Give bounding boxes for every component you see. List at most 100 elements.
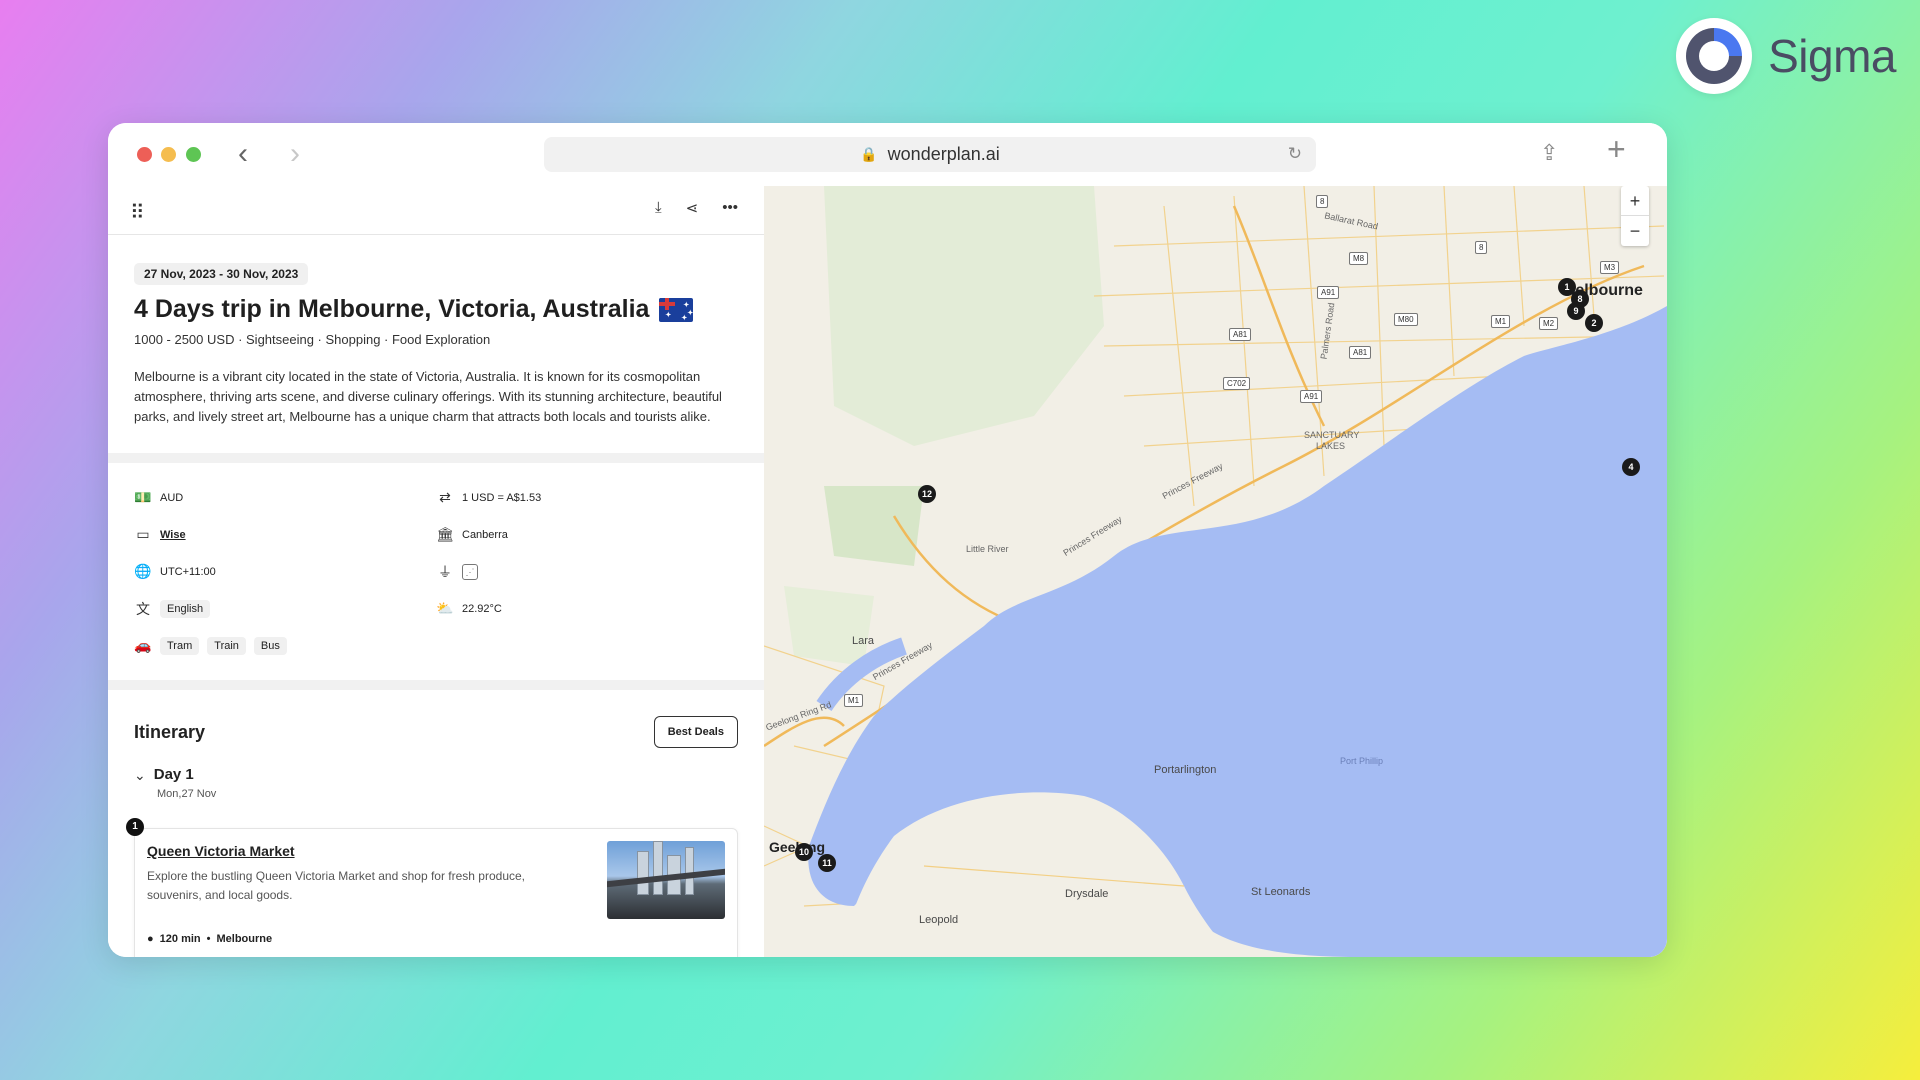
url-text: wonderplan.ai xyxy=(887,144,1000,164)
road-shield: 8 xyxy=(1316,195,1329,208)
place-photo[interactable] xyxy=(607,841,725,919)
new-tab-icon[interactable]: + xyxy=(1607,133,1626,165)
transport-chip: Tram xyxy=(160,636,200,655)
language-row: 文 English xyxy=(134,590,436,627)
share-icon[interactable]: ⋖ xyxy=(686,199,699,217)
transport-chip: Bus xyxy=(253,636,287,655)
car-icon: 🚗 xyxy=(134,637,152,653)
plug-row: ⏚ ⋰ xyxy=(436,553,738,590)
timezone: UTC+11:00 xyxy=(160,565,216,578)
globe-icon: 🌐 xyxy=(134,563,152,579)
app-menu-grid-icon[interactable]: ⠿ xyxy=(130,200,145,225)
map-label-drysdale: Drysdale xyxy=(1065,888,1109,900)
map-label-portarlington: Portarlington xyxy=(1154,764,1217,776)
address-bar[interactable]: 🔒 wonderplan.ai ↻ xyxy=(544,137,1316,172)
browser-titlebar: ‹ › 🔒 wonderplan.ai ↻ ⇪ + xyxy=(108,123,1667,186)
brand-name: Sigma xyxy=(1768,30,1896,82)
exchange-rate: 1 USD = A$1.53 xyxy=(462,491,542,504)
money-icon: 💵 xyxy=(134,489,152,505)
australia-flag-icon: ✦ ✦ ✦ ✦ xyxy=(659,297,694,322)
best-deals-button[interactable]: Best Deals xyxy=(653,716,738,748)
translate-icon: 文 xyxy=(136,600,150,617)
road-shield: M1 xyxy=(1491,315,1511,328)
road-shield: M8 xyxy=(1349,252,1369,265)
building-icon: 🏛 xyxy=(436,526,454,542)
map-pin[interactable]: 10 xyxy=(795,843,813,861)
map-pin[interactable]: 2 xyxy=(1585,314,1603,332)
trip-panel: ⠿ ⤓ ⋖ ••• 27 Nov, 2023 - 30 Nov, 2023 4 … xyxy=(108,186,764,957)
lock-icon: 🔒 xyxy=(860,146,878,162)
road-shield: 8 xyxy=(1475,241,1488,254)
place-location: Melbourne xyxy=(216,933,273,945)
payment-link[interactable]: Wise xyxy=(160,529,186,541)
itinerary-section: Itinerary Best Deals ⌄ Day 1 Mon,27 Nov … xyxy=(108,690,764,957)
road-shield: M1 xyxy=(844,694,864,707)
map-zoom-controls: + − xyxy=(1621,186,1649,246)
place-card[interactable]: 1 Queen Victoria Market Explore the bust… xyxy=(126,818,738,957)
credit-card-icon: ▭ xyxy=(136,526,150,542)
currency: AUD xyxy=(160,491,184,504)
map-canvas xyxy=(764,186,1667,957)
day-date: Mon,27 Nov xyxy=(157,788,217,800)
brand-header: Sigma xyxy=(1676,18,1896,94)
reload-icon[interactable]: ↻ xyxy=(1288,144,1302,164)
road-shield: A81 xyxy=(1229,328,1252,341)
weather-icon: ⛅ xyxy=(436,600,454,616)
road-shield: A91 xyxy=(1300,390,1323,403)
road-shield: M80 xyxy=(1394,313,1418,326)
minimize-window-button[interactable] xyxy=(161,147,176,162)
road-shield: M3 xyxy=(1600,261,1620,274)
road-shield: A81 xyxy=(1349,346,1372,359)
trip-overview: 27 Nov, 2023 - 30 Nov, 2023 4 Days trip … xyxy=(108,235,764,453)
map-pin[interactable]: 12 xyxy=(918,485,936,503)
place-description: Explore the bustling Queen Victoria Mark… xyxy=(147,869,525,902)
weather-row: ⛅ 22.92°C xyxy=(436,590,738,627)
exchange-icon: ⇄ xyxy=(439,489,451,505)
map-view[interactable]: + − Melbourne SANCTUARY LAKES Little Riv… xyxy=(764,186,1667,957)
map-pin[interactable]: 9 xyxy=(1567,302,1585,320)
capital: Canberra xyxy=(462,528,508,541)
sigma-logo-icon xyxy=(1676,18,1753,94)
transport-row: 🚗 Tram Train Bus xyxy=(134,627,436,664)
map-label-lara: Lara xyxy=(852,635,875,647)
map-pin[interactable]: 11 xyxy=(818,854,836,872)
place-duration: 120 min xyxy=(159,933,201,945)
browser-window: ‹ › 🔒 wonderplan.ai ↻ ⇪ + ⠿ ⤓ ⋖ ••• 27 N… xyxy=(108,123,1667,957)
road-shield: M2 xyxy=(1539,317,1559,330)
road-shield: C702 xyxy=(1223,377,1251,390)
trip-title-row: 4 Days trip in Melbourne, Victoria, Aust… xyxy=(134,295,738,324)
place-number-badge: 1 xyxy=(126,818,144,836)
chevron-down-icon[interactable]: ⌄ xyxy=(134,767,146,784)
timezone-row: 🌐 UTC+11:00 xyxy=(134,553,436,590)
place-meta: ● 120 min • Melbourne xyxy=(147,933,273,945)
app-toolbar: ⠿ ⤓ ⋖ ••• xyxy=(108,186,764,235)
map-label-port-phillip: Port Phillip xyxy=(1340,756,1384,766)
more-options-icon[interactable]: ••• xyxy=(722,199,738,217)
maximize-window-button[interactable] xyxy=(186,147,201,162)
capital-row: 🏛 Canberra xyxy=(436,516,738,553)
day-label: Day 1 xyxy=(153,766,194,783)
transport-chip: Train xyxy=(207,636,246,655)
back-arrow-icon[interactable]: ‹ xyxy=(238,139,248,169)
map-label-leopold: Leopold xyxy=(919,914,959,926)
weather: 22.92°C xyxy=(462,602,502,615)
close-window-button[interactable] xyxy=(137,147,152,162)
exchange-row: ⇄ 1 USD = A$1.53 xyxy=(436,479,738,516)
plug-icon: ⏚ xyxy=(438,563,452,580)
forward-arrow-icon[interactable]: › xyxy=(290,139,300,169)
zoom-out-button[interactable]: − xyxy=(1621,216,1649,246)
outlet-type-icon: ⋰ xyxy=(462,563,478,580)
clock-icon: ● xyxy=(147,933,154,945)
payment-row: ▭ Wise xyxy=(134,516,436,553)
map-label-lakes: LAKES xyxy=(1316,441,1346,451)
map-pin[interactable]: 4 xyxy=(1622,458,1640,476)
zoom-in-button[interactable]: + xyxy=(1621,186,1649,216)
share-icon[interactable]: ⇪ xyxy=(1540,139,1558,167)
map-label-sanctuary: SANCTUARY xyxy=(1304,430,1360,440)
day-toggle[interactable]: ⌄ Day 1 xyxy=(134,766,738,784)
trip-dates: 27 Nov, 2023 - 30 Nov, 2023 xyxy=(134,263,309,285)
map-label-little-river: Little River xyxy=(966,544,1009,554)
page-title: 4 Days trip in Melbourne, Victoria, Aust… xyxy=(134,295,650,323)
trip-description: Melbourne is a vibrant city located in t… xyxy=(134,369,722,424)
download-icon[interactable]: ⤓ xyxy=(655,199,662,217)
